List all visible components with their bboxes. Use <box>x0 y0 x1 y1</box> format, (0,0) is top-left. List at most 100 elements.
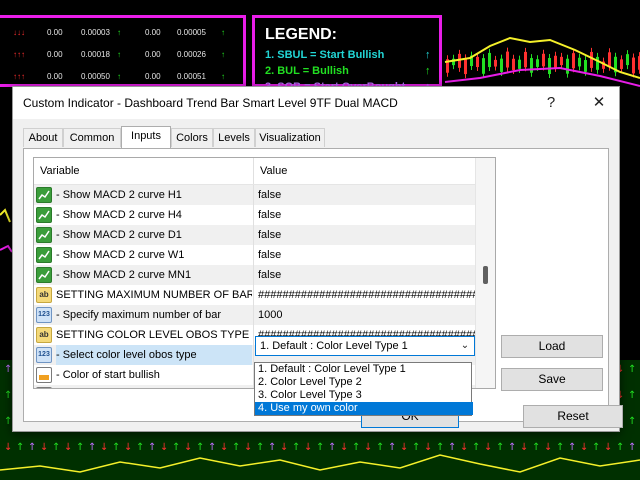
stat-cell: 0.00018 <box>81 50 110 59</box>
stat-cell: ↓↓↓ <box>13 28 25 37</box>
grid-row[interactable]: - Show MACD 2 curve W1 false <box>34 245 475 265</box>
candle-body <box>590 51 593 68</box>
arrow-down-icon: ↓ <box>220 442 228 453</box>
arrow-up-icon: ↑ <box>148 442 156 453</box>
dropdown-option[interactable]: 2. Color Level Type 2 <box>255 376 473 389</box>
candle-body <box>500 58 503 72</box>
reset-button[interactable]: Reset <box>523 405 623 428</box>
scrollbar-thumb[interactable] <box>483 266 488 284</box>
arrow-up-icon: ↑ <box>136 442 144 453</box>
arrow-up-icon: ↑ <box>196 442 204 453</box>
stat-cell: 0.00 <box>145 50 161 59</box>
stat-cell: ↑ <box>221 72 225 81</box>
arrow-up-icon: ↑ <box>316 442 324 453</box>
variable-value[interactable]: false <box>253 225 475 245</box>
legend-line-bul: 2. BUL = Bullish <box>265 65 349 77</box>
arrow-down-icon: ↓ <box>400 442 408 453</box>
color-type-icon <box>36 387 52 388</box>
column-header-variable[interactable]: Variable <box>34 158 253 184</box>
candle-body <box>530 58 533 73</box>
legend-title: LEGEND: <box>265 26 337 43</box>
candle-body <box>620 59 623 69</box>
load-button[interactable]: Load <box>501 335 603 358</box>
legend-arrow-icon: ↑ <box>425 49 431 61</box>
trend-stats-panel: ↓↓↓ 0.00 0.00003 ↑ 0.00 0.00005 ↑ ↑↑↑ 0.00 0.0001… <box>0 15 246 87</box>
arrow-up-icon: ↑ <box>436 442 444 453</box>
candle-body <box>632 57 635 74</box>
arrow-down-icon: ↓ <box>424 442 432 453</box>
curve-icon <box>36 227 52 243</box>
arrow-up-icon: ↑ <box>112 442 120 453</box>
arrow-down-icon: ↓ <box>40 442 48 453</box>
candle-body <box>518 59 521 69</box>
arrow-up-icon: ↑ <box>628 364 636 375</box>
column-header-value[interactable]: Value <box>254 158 475 184</box>
arrow-up-icon: ↑ <box>88 442 96 453</box>
grid-row[interactable]: - Show MACD 2 curve MN1 false <box>34 265 475 285</box>
tab-common[interactable]: Common <box>63 128 121 147</box>
stat-row: ↓↓↓ 0.00 0.00003 ↑ 0.00 0.00005 ↑ <box>0 28 243 42</box>
arrow-up-icon: ↑ <box>352 442 360 453</box>
arrow-down-icon: ↓ <box>160 442 168 453</box>
dropdown-option[interactable]: 3. Color Level Type 3 <box>255 389 473 402</box>
grid-row[interactable]: 123 - Specify maximum number of bar 1000 <box>34 305 475 325</box>
variable-value[interactable]: false <box>253 185 475 205</box>
arrow-up-icon: ↑ <box>292 442 300 453</box>
arrow-up-icon: ↑ <box>268 442 276 453</box>
arrow-up-icon: ↑ <box>412 442 420 453</box>
variable-name: - Show MACD 2 curve MN1 <box>56 269 192 281</box>
grid-row[interactable]: - Show MACD 2 curve H1 false <box>34 185 475 205</box>
arrow-up-icon: ↑ <box>52 442 60 453</box>
dropdown-option[interactable]: 1. Default : Color Level Type 1 <box>255 363 473 376</box>
grid-row[interactable]: - Show MACD 2 curve H4 false <box>34 205 475 225</box>
candle-body <box>536 59 539 67</box>
arrow-up-icon: ↑ <box>628 442 636 453</box>
variable-value[interactable]: false <box>253 265 475 285</box>
grid-vertical-scrollbar[interactable] <box>475 158 495 388</box>
arrow-down-icon: ↓ <box>364 442 372 453</box>
stat-cell: 0.00003 <box>81 28 110 37</box>
stat-cell: ↑↑↑ <box>13 72 25 81</box>
variable-value[interactable]: 1000 <box>253 305 475 325</box>
help-button[interactable]: ? <box>537 91 565 115</box>
legend-arrow-icon: ↑ <box>425 65 431 77</box>
arrow-down-icon: ↓ <box>340 442 348 453</box>
arrow-up-icon: ↑ <box>592 442 600 453</box>
variable-value[interactable]: false <box>253 205 475 225</box>
tab-levels[interactable]: Levels <box>213 128 255 147</box>
candle-body <box>626 54 629 66</box>
variable-value[interactable]: ########################################… <box>253 285 475 305</box>
dialog-titlebar[interactable]: Custom Indicator - Dashboard Trend Bar S… <box>13 87 619 119</box>
curve-icon <box>36 247 52 263</box>
stat-cell: 0.00005 <box>177 28 206 37</box>
candle-body <box>596 56 599 70</box>
arrow-up-icon: ↑ <box>76 442 84 453</box>
variable-value[interactable]: false <box>253 245 475 265</box>
grid-row[interactable]: - Show MACD 2 curve D1 false <box>34 225 475 245</box>
dropdown-option-highlighted[interactable]: 4. Use my own color <box>255 402 473 415</box>
arrow-down-icon: ↓ <box>4 442 12 453</box>
color-level-type-select[interactable]: 1. Default : Color Level Type 1 ⌄ <box>255 336 475 356</box>
chevron-down-icon[interactable]: ⌄ <box>458 337 472 355</box>
stat-cell: 0.00 <box>145 72 161 81</box>
arrow-down-icon: ↓ <box>604 442 612 453</box>
candle-body <box>572 53 575 69</box>
save-button[interactable]: Save <box>501 368 603 391</box>
arrow-down-icon: ↓ <box>520 442 528 453</box>
tab-visualization[interactable]: Visualization <box>255 128 325 147</box>
close-button[interactable]: ✕ <box>585 91 613 115</box>
tab-about[interactable]: About <box>23 128 63 147</box>
grid-row[interactable]: ab SETTING MAXIMUM NUMBER OF BAR #########… <box>34 285 475 305</box>
number-type-icon: 123 <box>36 307 52 323</box>
tab-colors[interactable]: Colors <box>171 128 213 147</box>
arrow-up-icon: ↑ <box>568 442 576 453</box>
candle-body <box>566 58 569 74</box>
arrow-up-icon: ↑ <box>232 442 240 453</box>
arrow-up-icon: ↑ <box>616 442 624 453</box>
tab-inputs[interactable]: Inputs <box>121 126 171 148</box>
arrow-up-icon: ↑ <box>508 442 516 453</box>
arrow-down-icon: ↓ <box>580 442 588 453</box>
dialog-title: Custom Indicator - Dashboard Trend Bar S… <box>23 96 398 110</box>
arrow-up-icon: ↑ <box>448 442 456 453</box>
candle-body <box>488 52 491 68</box>
